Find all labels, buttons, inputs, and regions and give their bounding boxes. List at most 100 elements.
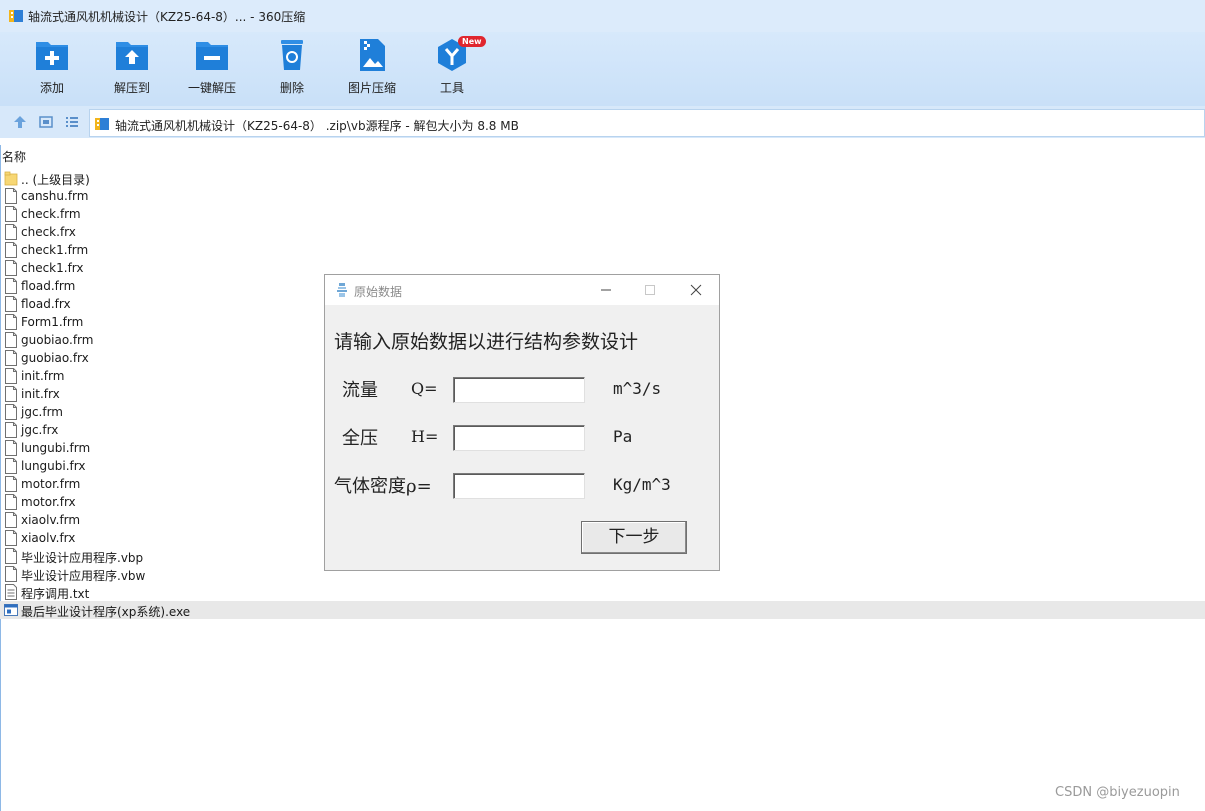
- flow-symbol: Q=: [411, 379, 438, 398]
- file-name: 毕业设计应用程序.vbw: [21, 569, 146, 583]
- file-icon: [5, 494, 17, 510]
- file-name: fload.frx: [21, 297, 71, 311]
- file-icon: [5, 314, 17, 330]
- file-icon: [5, 260, 17, 276]
- add-label: 添加: [39, 81, 64, 95]
- column-header-name[interactable]: 名称: [2, 148, 26, 165]
- file-name: canshu.frm: [21, 189, 89, 203]
- image-compress-icon: [360, 39, 385, 71]
- address-row: 轴流式通风机机械设计（KZ25-64-8） .zip\vb源程序 - 解包大小为…: [0, 106, 1205, 138]
- file-name: lungubi.frx: [21, 459, 86, 473]
- tools-label: 工具: [439, 81, 464, 95]
- exe-file-icon: [4, 604, 18, 616]
- file-name: 毕业设计应用程序.vbp: [21, 551, 144, 565]
- file-icon: [5, 386, 17, 402]
- window-title: 轴流式通风机机械设计（KZ25-64-8）... - 360压缩: [28, 10, 306, 24]
- tools-button[interactable]: New 工具: [412, 36, 492, 100]
- file-name: guobiao.frx: [21, 351, 89, 365]
- file-icon: [5, 458, 17, 474]
- address-path: 轴流式通风机机械设计（KZ25-64-8） .zip\vb源程序 - 解包大小为…: [115, 119, 519, 133]
- file-name: check.frm: [21, 207, 81, 221]
- density-unit: Kg/m^3: [613, 475, 671, 494]
- density-label: 气体密度ρ=: [334, 476, 432, 497]
- file-name: xiaolv.frx: [21, 531, 76, 545]
- file-name: init.frx: [21, 387, 60, 401]
- extract-to-button[interactable]: 解压到: [92, 38, 172, 100]
- extract-to-icon: [116, 42, 148, 70]
- up-arrow-icon[interactable]: [12, 114, 28, 130]
- file-name: 最后毕业设计程序(xp系统).exe: [21, 605, 191, 619]
- file-name: fload.frm: [21, 279, 76, 293]
- parent-directory-row[interactable]: .. (上级目录): [0, 169, 1205, 187]
- file-icon: [5, 188, 17, 204]
- image-compress-button[interactable]: 图片压缩: [332, 38, 412, 100]
- next-step-button[interactable]: 下一步: [581, 521, 687, 554]
- file-icon: [5, 206, 17, 222]
- minimize-icon[interactable]: [597, 281, 615, 299]
- pressure-unit: Pa: [613, 427, 633, 446]
- file-name: .. (上级目录): [21, 173, 90, 187]
- archive-icon: [95, 118, 109, 130]
- maximize-icon[interactable]: [641, 281, 659, 299]
- image-compress-label: 图片压缩: [347, 81, 396, 95]
- file-name: guobiao.frm: [21, 333, 94, 347]
- file-row[interactable]: canshu.frm: [0, 187, 1205, 205]
- pressure-input[interactable]: [453, 425, 585, 451]
- flow-input[interactable]: [453, 377, 585, 403]
- file-icon: [5, 422, 17, 438]
- delete-button[interactable]: 删除: [252, 38, 332, 100]
- file-icon: [5, 404, 17, 420]
- flow-unit: m^3/s: [613, 379, 662, 398]
- pressure-label: 全压: [342, 428, 378, 449]
- file-name: Form1.frm: [21, 315, 84, 329]
- file-name: xiaolv.frm: [21, 513, 81, 527]
- file-name: 程序调用.txt: [21, 587, 90, 601]
- add-button[interactable]: 添加: [12, 38, 92, 100]
- file-name: check.frx: [21, 225, 76, 239]
- archive-icon: [9, 10, 23, 22]
- density-input[interactable]: [453, 473, 585, 499]
- new-badge: New: [458, 36, 486, 47]
- thumbnail-view-icon[interactable]: [38, 114, 54, 130]
- add-icon: [36, 42, 68, 70]
- file-icon: [5, 350, 17, 366]
- file-name: check1.frx: [21, 261, 84, 275]
- delete-label: 删除: [279, 81, 304, 95]
- pressure-symbol: H=: [411, 427, 439, 446]
- file-row[interactable]: check1.frm: [0, 241, 1205, 259]
- file-row[interactable]: 程序调用.txt: [0, 583, 1205, 601]
- file-icon: [5, 548, 17, 564]
- text-file-icon: [5, 584, 17, 600]
- toolbar: 添加 解压到 一键解压 删除 图片压缩 New 工具: [0, 32, 1205, 106]
- folder-icon: [4, 171, 18, 186]
- close-icon[interactable]: [687, 281, 705, 299]
- file-row[interactable]: check.frx: [0, 223, 1205, 241]
- file-icon: [5, 530, 17, 546]
- one-click-extract-label: 一键解压: [187, 81, 236, 95]
- one-click-extract-button[interactable]: 一键解压: [172, 38, 252, 100]
- file-name: lungubi.frm: [21, 441, 91, 455]
- file-row[interactable]: check.frm: [0, 205, 1205, 223]
- file-icon: [5, 242, 17, 258]
- file-name: check1.frm: [21, 243, 89, 257]
- list-view-icon[interactable]: [64, 114, 80, 130]
- file-icon: [5, 224, 17, 240]
- file-icon: [5, 278, 17, 294]
- file-icon: [5, 566, 17, 582]
- file-icon: [5, 512, 17, 528]
- file-name: init.frm: [21, 369, 65, 383]
- file-icon: [5, 296, 17, 312]
- raw-data-dialog: 原始数据 请输入原始数据以进行结构参数设计 流量 Q= m^3/s 全压 H= …: [324, 274, 720, 571]
- flow-label: 流量: [342, 380, 378, 401]
- file-row[interactable]: 最后毕业设计程序(xp系统).exe: [0, 601, 1205, 619]
- dialog-title-bar: 原始数据: [325, 275, 719, 305]
- vb-app-icon: [337, 283, 347, 297]
- prompt-text: 请输入原始数据以进行结构参数设计: [334, 331, 639, 353]
- address-bar[interactable]: 轴流式通风机机械设计（KZ25-64-8） .zip\vb源程序 - 解包大小为…: [89, 109, 1205, 137]
- recycle-bin-icon: [281, 40, 303, 70]
- file-icon: [5, 440, 17, 456]
- file-name: motor.frx: [21, 495, 76, 509]
- file-icon: [5, 368, 17, 384]
- extract-to-label: 解压到: [113, 81, 150, 95]
- file-icon: [5, 476, 17, 492]
